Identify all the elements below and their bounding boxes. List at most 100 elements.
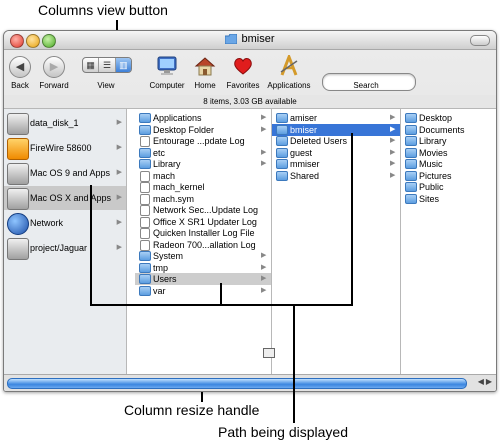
folder-icon — [276, 170, 288, 181]
disclosure-arrow-icon: ▶ — [116, 244, 122, 251]
disclosure-arrow-icon: ▶ — [390, 125, 396, 133]
list-item-label: mmiser — [290, 159, 320, 169]
callout-resize-handle: Column resize handle — [124, 402, 260, 418]
folder-icon — [405, 182, 417, 192]
sidebar-item[interactable]: FireWire 58600 ▶ — [4, 136, 126, 160]
disclosure-arrow-icon: ▶ — [261, 263, 267, 271]
forward-button[interactable]: ▶ Forward — [39, 50, 69, 90]
list-item-label: Pictures — [419, 170, 452, 181]
search-label: Search — [353, 81, 379, 90]
list-item[interactable]: Sites — [401, 193, 496, 205]
list-item[interactable]: Movies — [401, 147, 496, 159]
list-item-label: Shared — [290, 170, 320, 181]
list-item-label: Deleted Users — [290, 136, 348, 146]
disk-icon — [7, 163, 29, 185]
list-item-label: bmiser — [290, 124, 318, 135]
list-item[interactable]: guest ▶ — [272, 147, 400, 159]
column-resize-handle[interactable] — [263, 348, 275, 358]
list-item[interactable]: Entourage ...pdate Log — [135, 135, 271, 147]
list-item[interactable]: Users ▶ — [135, 273, 271, 285]
list-item-label: Quicken Installer Log File — [153, 228, 255, 238]
document-icon — [140, 193, 150, 205]
browser-content: data_disk_1 ▶ FireWire 58600 ▶ Mac OS 9 and … — [4, 109, 496, 374]
list-item[interactable]: Library — [401, 135, 496, 147]
list-item[interactable]: tmp ▶ — [135, 262, 271, 274]
list-item[interactable]: Pictures — [401, 170, 496, 182]
disk-icon — [7, 238, 29, 260]
folder-icon — [405, 147, 417, 158]
list-item[interactable]: Shared ▶ — [272, 170, 400, 182]
horizontal-scrollbar[interactable]: ◀▶ — [4, 374, 496, 391]
document-icon — [140, 136, 150, 147]
list-item-label: System — [153, 251, 184, 261]
list-item-label: Desktop Folder — [153, 124, 215, 135]
folder-icon — [405, 193, 417, 204]
sidebar-item-label: Mac OS X and Apps — [30, 193, 112, 203]
list-item-label: var — [153, 285, 166, 296]
folder-icon — [139, 285, 151, 296]
search-label-wrap: Search — [322, 50, 410, 90]
list-item-label: Users — [153, 274, 177, 284]
applications-button[interactable]: Applications — [267, 50, 311, 90]
list-item[interactable]: etc ▶ — [135, 147, 271, 159]
list-item-label: Desktop — [419, 113, 453, 123]
sidebar-item[interactable]: project/Jaguar ▶ — [4, 236, 126, 260]
disclosure-arrow-icon: ▶ — [390, 148, 396, 156]
favorites-button[interactable]: Favorites — [227, 50, 259, 90]
list-item[interactable]: mach_kernel — [135, 181, 271, 193]
sidebar: data_disk_1 ▶ FireWire 58600 ▶ Mac OS 9 and … — [4, 109, 127, 374]
disclosure-arrow-icon: ▶ — [116, 144, 122, 151]
folder-icon — [139, 262, 151, 273]
sidebar-item[interactable]: data_disk_1 ▶ — [4, 111, 126, 135]
computer-button[interactable]: Computer — [149, 50, 185, 90]
disclosure-arrow-icon: ▶ — [116, 169, 122, 176]
sidebar-item-label: FireWire 58600 — [30, 143, 92, 153]
list-item[interactable]: Quicken Installer Log File — [135, 227, 271, 239]
list-item-label: mach — [153, 170, 176, 181]
list-item-label: tmp — [153, 262, 169, 273]
path-line-pointer — [293, 305, 295, 423]
applications-a-icon — [280, 52, 298, 76]
list-item[interactable]: Music — [401, 158, 496, 170]
list-item[interactable]: Desktop — [401, 112, 496, 124]
disk-icon — [7, 188, 29, 210]
sidebar-item[interactable]: Network ▶ — [4, 211, 126, 235]
list-item[interactable]: bmiser ▶ — [272, 123, 400, 136]
folder-icon — [405, 113, 417, 123]
folder-icon — [405, 124, 417, 135]
home-button[interactable]: Home — [192, 50, 218, 90]
scrollbar-thumb[interactable] — [7, 378, 467, 389]
list-item[interactable]: Public — [401, 181, 496, 193]
list-item-label: Movies — [419, 147, 448, 158]
list-item[interactable]: Deleted Users ▶ — [272, 135, 400, 147]
list-item[interactable]: Office X SR1 Updater Log — [135, 216, 271, 228]
heart-icon — [234, 57, 252, 75]
list-item[interactable]: Desktop Folder ▶ — [135, 124, 271, 136]
window-title: bmiser — [4, 33, 496, 45]
list-item[interactable]: Radeon 700...allation Log — [135, 239, 271, 251]
disclosure-arrow-icon: ▶ — [261, 125, 267, 133]
column-3: Desktop Documents Library Movies Music Pictur… — [401, 109, 496, 374]
list-item-label: Entourage ...pdate Log — [153, 136, 245, 146]
list-item[interactable]: Applications ▶ — [135, 112, 271, 124]
sidebar-item[interactable]: Mac OS 9 and Apps ▶ — [4, 161, 126, 185]
scroll-arrows-icon[interactable]: ◀▶ — [478, 377, 494, 386]
list-item[interactable]: amiser ▶ — [272, 112, 400, 124]
folder-icon — [139, 124, 151, 135]
folder-icon — [139, 147, 151, 158]
folder-icon — [139, 113, 151, 123]
back-button[interactable]: ◀ Back — [8, 50, 32, 90]
list-item[interactable]: System ▶ — [135, 250, 271, 262]
list-item[interactable]: mach — [135, 170, 271, 182]
title-bar[interactable]: bmiser — [4, 31, 496, 50]
list-item-label: guest — [290, 147, 313, 158]
list-item[interactable]: mach.sym — [135, 193, 271, 205]
toolbar-toggle-button[interactable] — [470, 35, 490, 46]
list-item[interactable]: Library ▶ — [135, 158, 271, 170]
sidebar-item[interactable]: Mac OS X and Apps ▶ — [4, 186, 126, 210]
list-item[interactable]: var ▶ — [135, 285, 271, 297]
document-icon — [140, 182, 150, 193]
list-item[interactable]: Network Sec...Update Log — [135, 204, 271, 216]
list-item[interactable]: Documents — [401, 124, 496, 136]
list-item[interactable]: mmiser ▶ — [272, 158, 400, 170]
